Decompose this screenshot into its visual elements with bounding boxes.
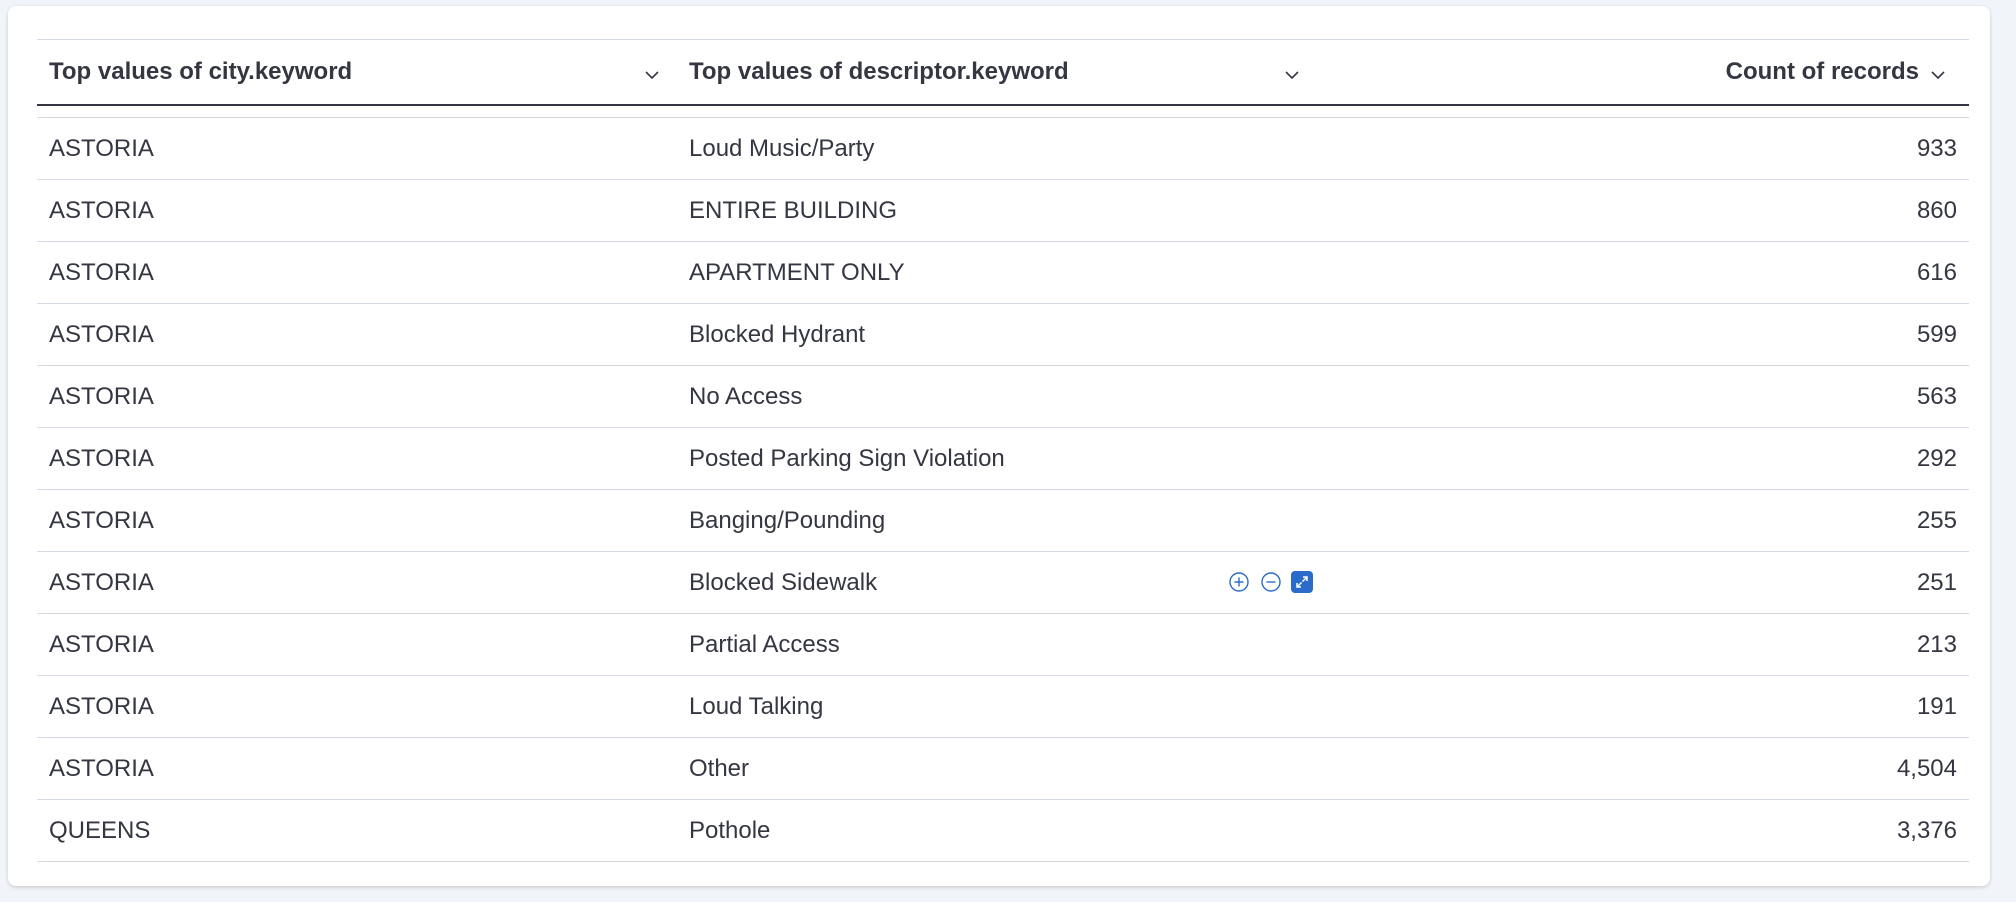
cell-descriptor[interactable]: Blocked Sidewalk <box>689 552 877 613</box>
table-row: ASTORIA Loud Talking 191 <box>37 675 1969 737</box>
cell-city[interactable]: ASTORIA <box>49 676 154 737</box>
table-body: ASTORIA Loud Music/Party 933 ASTORIA ENT… <box>37 117 1969 862</box>
table-row: ASTORIA Blocked Hydrant 599 <box>37 303 1969 365</box>
table-row: ASTORIA Partial Access 213 <box>37 613 1969 675</box>
cell-actions <box>1227 569 1313 595</box>
cell-count[interactable]: 616 <box>1917 242 1957 303</box>
table-row: QUEENS Pothole 3,376 <box>37 799 1969 862</box>
column-header-label: Top values of city.keyword <box>49 58 353 85</box>
datatable-panel: Top values of city.keyword Top values of… <box>8 6 1990 886</box>
column-header-city[interactable]: Top values of city.keyword <box>37 40 677 104</box>
cell-count[interactable]: 563 <box>1917 366 1957 427</box>
cell-city[interactable]: ASTORIA <box>49 366 154 427</box>
expand-icon[interactable] <box>1291 571 1313 593</box>
table-row: ASTORIA Banging/Pounding 255 <box>37 489 1969 551</box>
cell-city[interactable]: ASTORIA <box>49 490 154 551</box>
cell-city[interactable]: ASTORIA <box>49 428 154 489</box>
cell-count[interactable]: 3,376 <box>1897 800 1957 861</box>
cell-descriptor[interactable]: Loud Talking <box>689 676 823 737</box>
cell-descriptor[interactable]: No Access <box>689 366 802 427</box>
cell-descriptor[interactable]: Pothole <box>689 800 770 861</box>
cell-city[interactable]: ASTORIA <box>49 614 154 675</box>
chevron-down-icon[interactable] <box>643 63 661 91</box>
cell-count[interactable]: 860 <box>1917 180 1957 241</box>
table-row: ASTORIA Loud Music/Party 933 <box>37 117 1969 179</box>
cell-descriptor[interactable]: Partial Access <box>689 614 840 675</box>
chevron-down-icon[interactable] <box>1283 63 1301 91</box>
cell-count[interactable]: 933 <box>1917 118 1957 179</box>
column-header-count[interactable]: Count of records <box>1317 40 1969 104</box>
cell-count[interactable]: 599 <box>1917 304 1957 365</box>
column-header-label: Top values of descriptor.keyword <box>689 58 1069 85</box>
cell-count[interactable]: 251 <box>1917 552 1957 613</box>
table-header: Top values of city.keyword Top values of… <box>37 40 1969 106</box>
cell-descriptor[interactable]: Other <box>689 738 749 799</box>
cell-city[interactable]: ASTORIA <box>49 738 154 799</box>
cell-city[interactable]: ASTORIA <box>49 118 154 179</box>
column-header-label: Count of records <box>1725 58 1919 85</box>
cell-count[interactable]: 4,504 <box>1897 738 1957 799</box>
cell-descriptor[interactable]: Banging/Pounding <box>689 490 885 551</box>
cell-count[interactable]: 292 <box>1917 428 1957 489</box>
cell-descriptor[interactable]: Blocked Hydrant <box>689 304 865 365</box>
table-row: ASTORIA Posted Parking Sign Violation 29… <box>37 427 1969 489</box>
table-row: ASTORIA APARTMENT ONLY 616 <box>37 241 1969 303</box>
table-row: ASTORIA ENTIRE BUILDING 860 <box>37 179 1969 241</box>
chevron-down-icon[interactable] <box>1929 63 1947 81</box>
cell-city[interactable]: QUEENS <box>49 800 150 861</box>
table-row: ASTORIA No Access 563 <box>37 365 1969 427</box>
cell-descriptor[interactable]: APARTMENT ONLY <box>689 242 905 303</box>
cell-descriptor[interactable]: ENTIRE BUILDING <box>689 180 897 241</box>
table-row: ASTORIA Blocked Sidewalk 251 <box>37 551 1969 613</box>
cell-descriptor[interactable]: Loud Music/Party <box>689 118 874 179</box>
cell-count[interactable]: 255 <box>1917 490 1957 551</box>
cell-descriptor[interactable]: Posted Parking Sign Violation <box>689 428 1005 489</box>
cell-count[interactable]: 191 <box>1917 676 1957 737</box>
plus-circle-icon[interactable] <box>1227 570 1251 594</box>
column-header-descriptor[interactable]: Top values of descriptor.keyword <box>677 40 1317 104</box>
cell-city[interactable]: ASTORIA <box>49 180 154 241</box>
cell-city[interactable]: ASTORIA <box>49 304 154 365</box>
cell-city[interactable]: ASTORIA <box>49 242 154 303</box>
table-row: ASTORIA Other 4,504 <box>37 737 1969 799</box>
cell-city[interactable]: ASTORIA <box>49 552 154 613</box>
cell-count[interactable]: 213 <box>1917 614 1957 675</box>
minus-circle-icon[interactable] <box>1259 570 1283 594</box>
